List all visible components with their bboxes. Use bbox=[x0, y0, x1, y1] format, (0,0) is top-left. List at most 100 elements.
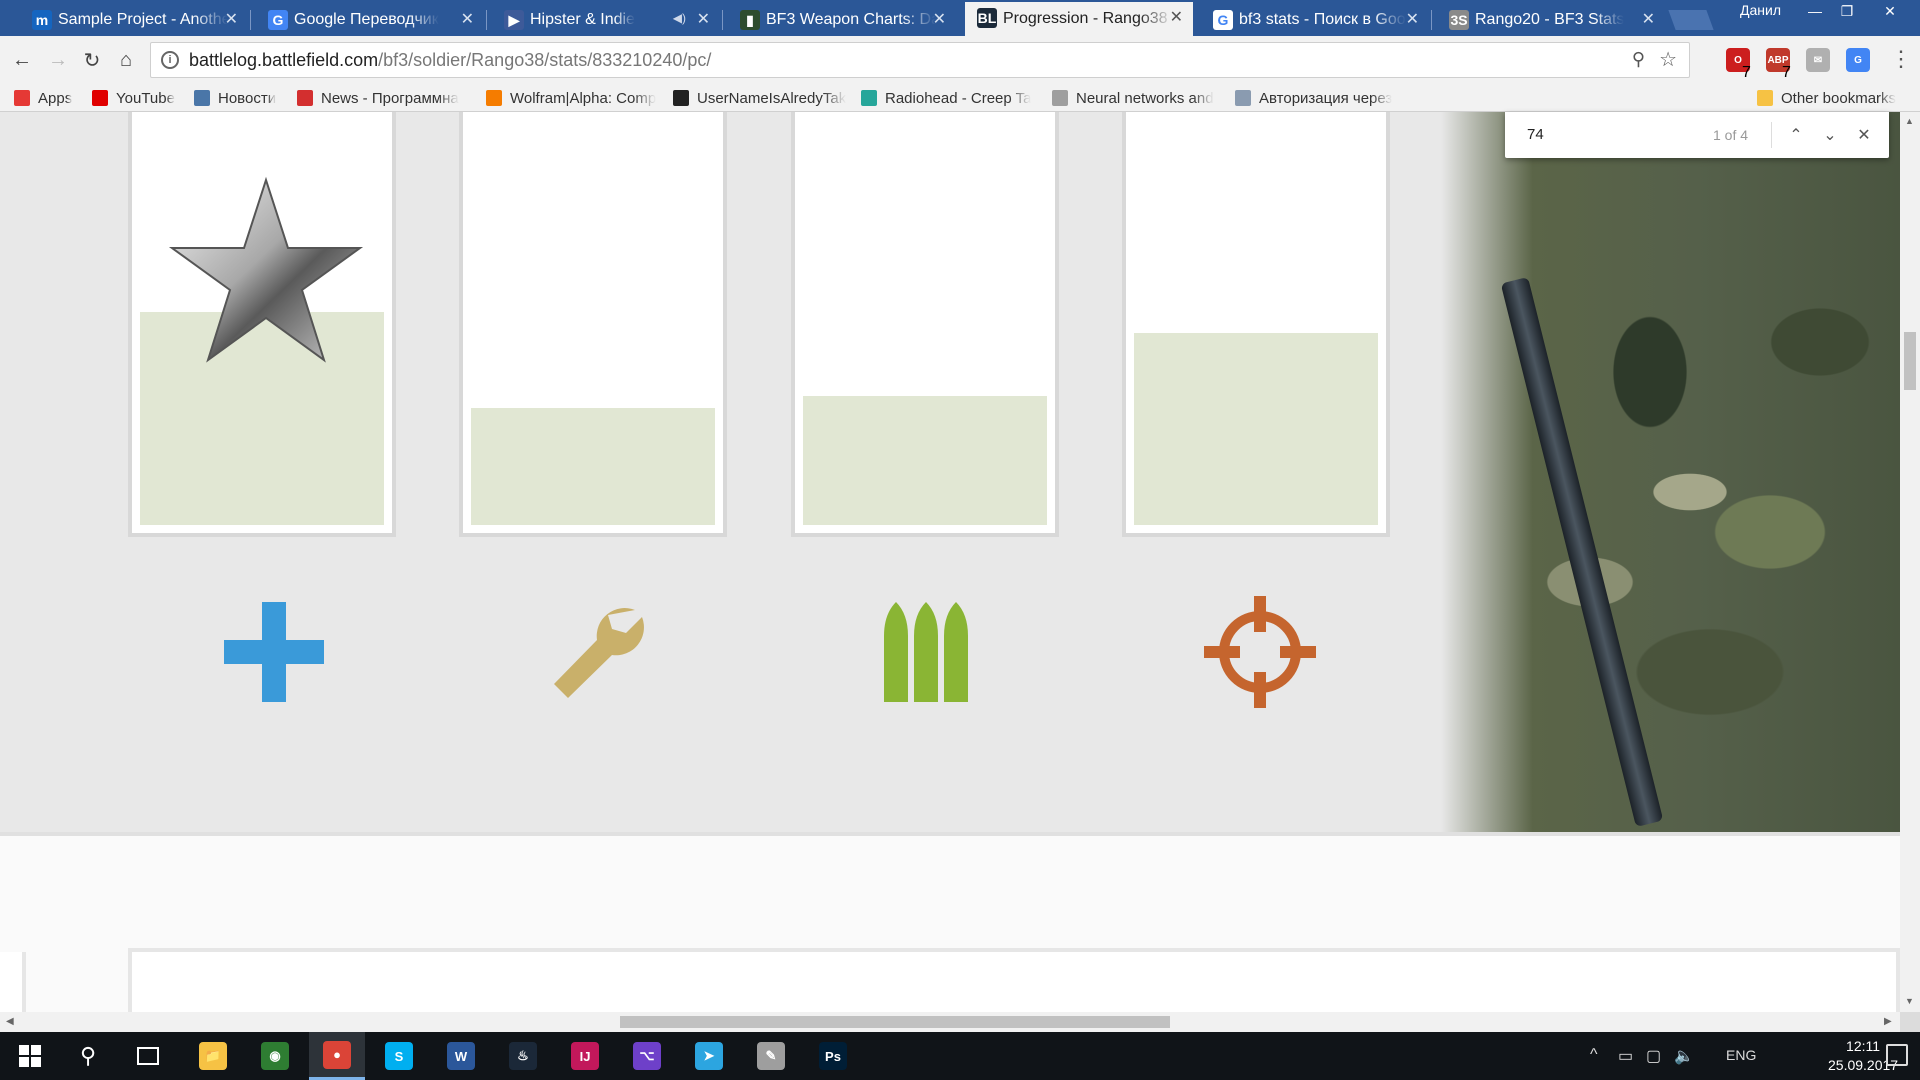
home-icon[interactable]: ⌂ bbox=[112, 46, 140, 74]
taskbar-app[interactable]: ◉ bbox=[247, 1032, 303, 1080]
tab-close-icon[interactable]: ✕ bbox=[225, 9, 238, 29]
bookmark-item[interactable]: YouTube bbox=[92, 88, 175, 108]
other-bookmarks[interactable]: Other bookmarks bbox=[1757, 88, 1896, 108]
url-host: battlelog.battlefield.com bbox=[189, 49, 379, 70]
tab-title: Progression - Rango38 - bbox=[1003, 10, 1173, 27]
site-info-icon[interactable]: i bbox=[161, 51, 179, 69]
folder-icon bbox=[1757, 90, 1773, 106]
tab-close-icon[interactable]: ✕ bbox=[1406, 9, 1419, 29]
tab-favicon-icon: ▮ bbox=[740, 10, 760, 30]
taskbar-app[interactable]: W bbox=[433, 1032, 489, 1080]
bookmark-star-icon[interactable]: ☆ bbox=[1659, 47, 1677, 72]
scroll-left-icon[interactable]: ◀ bbox=[6, 1016, 14, 1027]
extension-badge: 7 bbox=[1742, 64, 1751, 81]
scrollbar-corner bbox=[1900, 1012, 1920, 1032]
tab-1[interactable]: m Sample Project - Anothe ✕ bbox=[20, 4, 248, 36]
menu-icon[interactable]: ⋮ bbox=[1890, 48, 1912, 70]
taskbar-app[interactable]: ● bbox=[309, 1032, 365, 1080]
bookmark-item[interactable]: Neural networks and bbox=[1052, 88, 1214, 108]
bookmark-item[interactable]: Авторизация через bbox=[1235, 88, 1392, 108]
horizontal-scrollbar[interactable]: ◀ ▶ bbox=[0, 1012, 1900, 1032]
zoom-icon[interactable]: ⚲ bbox=[1632, 49, 1645, 70]
bookmark-item[interactable]: News - Программна bbox=[297, 88, 459, 108]
tray-chevron-icon[interactable]: ^ bbox=[1590, 1046, 1598, 1064]
find-next-icon[interactable]: ⌄ bbox=[1817, 122, 1843, 148]
bookmark-item[interactable]: Новости bbox=[194, 88, 276, 108]
tab-7[interactable]: 3S Rango20 - BF3 Stats ✕ bbox=[1437, 4, 1665, 36]
horizontal-scroll-thumb[interactable] bbox=[620, 1016, 1170, 1028]
bookmark-item[interactable]: Radiohead - Creep Ta bbox=[861, 88, 1031, 108]
vertical-scrollbar[interactable]: ▲ ▼ bbox=[1900, 112, 1920, 1012]
intellij-icon: IJ bbox=[571, 1042, 599, 1070]
taskbar-app[interactable]: ➤ bbox=[681, 1032, 737, 1080]
tab-separator bbox=[250, 10, 251, 30]
taskbar-app[interactable]: S bbox=[371, 1032, 427, 1080]
progress-fill bbox=[471, 408, 715, 525]
chrome-icon: ● bbox=[323, 1040, 351, 1069]
language-indicator[interactable]: ENG bbox=[1726, 1047, 1756, 1063]
tab-close-icon[interactable]: ✕ bbox=[461, 9, 474, 29]
bookmark-item[interactable]: Apps bbox=[14, 88, 72, 108]
new-tab-button[interactable] bbox=[1668, 10, 1714, 30]
bookmark-label: Apps bbox=[38, 89, 73, 107]
minimize-button[interactable]: — bbox=[1800, 0, 1830, 22]
taskbar-app[interactable]: Ps bbox=[805, 1032, 861, 1080]
tab-3[interactable]: ▶ Hipster & Indie ◀) ✕ bbox=[492, 4, 720, 36]
notifications-icon[interactable] bbox=[1886, 1044, 1908, 1066]
tab-4[interactable]: ▮ BF3 Weapon Charts: Dar ✕ bbox=[728, 4, 956, 36]
search-icon[interactable]: ⚲ bbox=[60, 1032, 116, 1080]
tab-audio-icon[interactable]: ◀) bbox=[673, 11, 686, 25]
find-count: 1 of 4 bbox=[1713, 127, 1749, 143]
apps-grid-icon bbox=[14, 90, 30, 106]
task-view-icon[interactable] bbox=[120, 1032, 176, 1080]
taskbar-app[interactable]: ♨ bbox=[495, 1032, 551, 1080]
start-button[interactable] bbox=[2, 1032, 58, 1080]
vertical-scroll-thumb[interactable] bbox=[1904, 332, 1916, 390]
bookmark-item[interactable]: UserNameIsAlredyTak bbox=[673, 88, 846, 108]
bookmark-label: Radiohead - Creep Ta bbox=[885, 89, 1032, 107]
restore-button[interactable]: ❐ bbox=[1832, 0, 1862, 22]
taskbar-app[interactable]: ✎ bbox=[743, 1032, 799, 1080]
tab-title: Google Переводчик bbox=[294, 11, 439, 28]
scroll-right-icon[interactable]: ▶ bbox=[1884, 1016, 1892, 1027]
play-circle-icon bbox=[861, 90, 877, 106]
back-icon[interactable]: ← bbox=[8, 46, 36, 74]
taskbar-app[interactable]: 📁 bbox=[185, 1032, 241, 1080]
tab-close-icon[interactable]: ✕ bbox=[1170, 7, 1183, 27]
volume-icon[interactable]: 🔈 bbox=[1674, 1046, 1694, 1066]
address-bar[interactable]: i battlelog.battlefield.com/bf3/soldier/… bbox=[150, 42, 1690, 78]
url-text[interactable]: battlelog.battlefield.com/bf3/soldier/Ra… bbox=[189, 50, 711, 71]
paint-icon: ✎ bbox=[757, 1042, 785, 1070]
scroll-down-icon[interactable]: ▼ bbox=[1905, 996, 1914, 1006]
taskbar: ⚲ 📁 ◉ ● S W ♨ IJ ⌥ ➤ ✎ Ps ^ ▭ ▢ 🔈 ENG 12:11 25.09.2… bbox=[0, 1032, 1920, 1080]
engineer-wrench-icon bbox=[554, 608, 644, 698]
youtube-icon bbox=[92, 90, 108, 106]
forward-icon[interactable]: → bbox=[44, 46, 72, 74]
taskbar-app[interactable]: ⌥ bbox=[619, 1032, 675, 1080]
bookmark-label: UserNameIsAlredyTak bbox=[697, 89, 847, 107]
bookmark-item[interactable]: Wolfram|Alpha: Comp bbox=[486, 88, 656, 108]
tab-5[interactable]: BL Progression - Rango38 - ✕ bbox=[965, 2, 1193, 36]
close-window-button[interactable]: ✕ bbox=[1870, 0, 1910, 22]
translate-extension-icon[interactable]: G bbox=[1846, 48, 1870, 72]
tab-close-icon[interactable]: ✕ bbox=[1642, 9, 1655, 29]
pdf-extension-icon[interactable]: ✉ bbox=[1806, 48, 1830, 72]
tab-close-icon[interactable]: ✕ bbox=[697, 9, 710, 29]
telegram-icon: ➤ bbox=[695, 1042, 723, 1070]
taskbar-app[interactable]: IJ bbox=[557, 1032, 613, 1080]
find-prev-icon[interactable]: ⌃ bbox=[1783, 122, 1809, 148]
tab-favicon-icon: m bbox=[32, 10, 52, 30]
battery-icon[interactable]: ▭ bbox=[1618, 1046, 1633, 1066]
bookmark-label: Новости bbox=[218, 89, 277, 107]
bookmarks-bar: Apps YouTube Новости News - Программна Wolfr… bbox=[0, 84, 1920, 112]
reload-icon[interactable]: ↻ bbox=[78, 46, 106, 74]
tab-2[interactable]: G Google Переводчик ✕ bbox=[256, 4, 484, 36]
skype-icon: S bbox=[385, 1042, 413, 1070]
find-close-icon[interactable]: ✕ bbox=[1851, 122, 1877, 148]
tab-6[interactable]: Gbf3 stats - Поиск в Goo ✕ bbox=[1201, 4, 1429, 36]
find-input[interactable]: 74 bbox=[1527, 126, 1544, 143]
profile-name[interactable]: Данил bbox=[1740, 2, 1781, 18]
tab-close-icon[interactable]: ✕ bbox=[933, 9, 946, 29]
scroll-up-icon[interactable]: ▲ bbox=[1905, 116, 1914, 126]
network-icon[interactable]: ▢ bbox=[1646, 1046, 1661, 1066]
